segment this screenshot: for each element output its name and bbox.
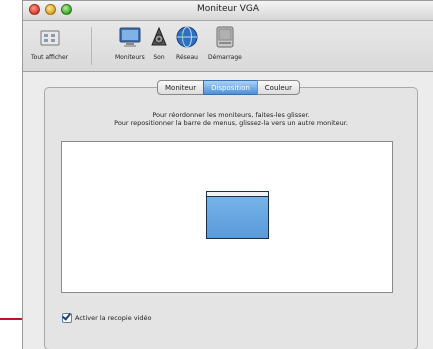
instructions: Pour réordonner les moniteurs, faites-le…	[59, 111, 403, 127]
title-bar: Moniteur VGA	[23, 1, 433, 21]
toolbar: Tout afficher Moniteurs Son Réseau Démar…	[23, 21, 433, 72]
speaker-icon	[151, 26, 167, 46]
menu-bar-indicator[interactable]	[207, 192, 268, 197]
mirror-displays-option: Activer la recopie vidéo	[62, 313, 152, 323]
hard-drive-icon	[216, 26, 234, 48]
globe-icon	[176, 26, 198, 48]
display-thumbnail[interactable]	[206, 191, 269, 239]
toolbar-item-sound[interactable]: Son	[147, 25, 171, 61]
tab-color[interactable]: Couleur	[256, 80, 300, 95]
tab-monitor[interactable]: Moniteur	[157, 80, 205, 95]
tab-content-panel: Pour réordonner les moniteurs, faites-le…	[44, 87, 418, 349]
tab-bar: Moniteur Disposition Couleur	[157, 80, 300, 95]
instruction-line-2: Pour repositionner la barre de menus, gl…	[114, 119, 348, 127]
toolbar-item-label: Réseau	[176, 54, 198, 61]
show-all-button[interactable]: Tout afficher	[31, 25, 68, 61]
mirror-displays-checkbox[interactable]	[62, 313, 72, 323]
toolbar-item-label: Moniteurs	[115, 54, 145, 61]
show-all-label: Tout afficher	[31, 54, 69, 61]
toolbar-item-monitors[interactable]: Moniteurs	[115, 25, 145, 61]
toolbar-item-network[interactable]: Réseau	[175, 25, 199, 61]
mirror-displays-label[interactable]: Activer la recopie vidéo	[75, 314, 152, 322]
grid-icon	[40, 30, 60, 46]
tab-arrangement[interactable]: Disposition	[203, 80, 258, 95]
window-title: Moniteur VGA	[196, 4, 260, 14]
toolbar-item-label: Son	[153, 54, 165, 61]
toolbar-item-startup[interactable]: Démarrage	[208, 25, 242, 61]
instruction-line-1: Pour réordonner les moniteurs, faites-le…	[152, 111, 310, 119]
toolbar-separator	[91, 27, 92, 65]
monitor-icon	[119, 27, 141, 47]
display-arrangement-area	[61, 141, 393, 293]
toolbar-item-label: Démarrage	[208, 54, 242, 61]
preferences-window: Moniteur VGA Tout afficher Moniteurs Son…	[22, 0, 433, 349]
